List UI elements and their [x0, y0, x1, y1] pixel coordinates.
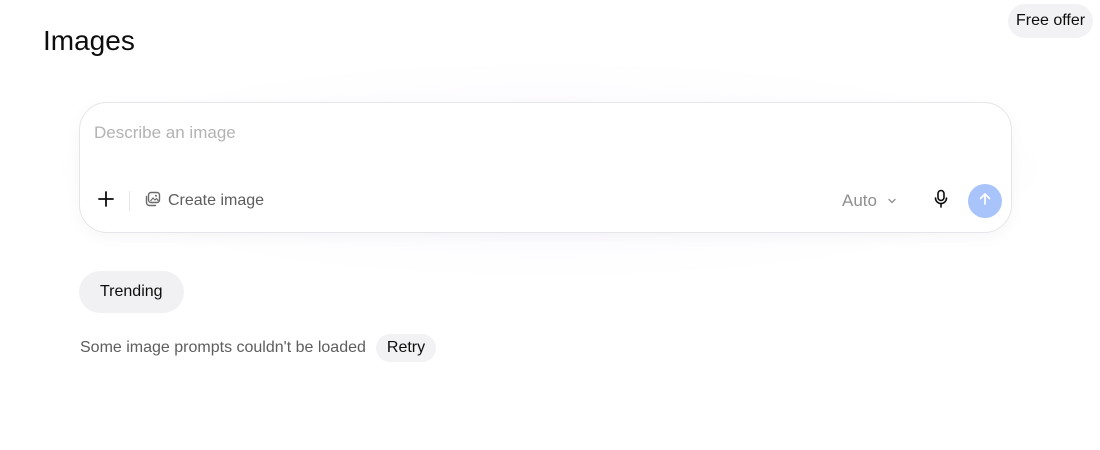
- model-select[interactable]: Auto: [842, 183, 897, 219]
- trending-chip[interactable]: Trending: [79, 271, 184, 313]
- add-attachment-button[interactable]: [92, 184, 120, 218]
- create-image-label: Create image: [168, 192, 265, 209]
- arrow-up-icon: [977, 191, 993, 212]
- chevron-down-icon: [887, 191, 897, 211]
- composer-toolbar: Create image Auto: [80, 183, 1011, 219]
- image-stack-icon: [144, 190, 162, 213]
- model-select-value: Auto: [842, 191, 877, 210]
- voice-input-button[interactable]: [926, 184, 956, 218]
- page-title: Images: [43, 25, 135, 56]
- images-page: Free offer Images Describe an image Crea…: [0, 0, 1100, 450]
- free-offer-button[interactable]: Free offer: [1008, 4, 1094, 38]
- create-image-button[interactable]: Create image: [144, 183, 264, 219]
- plus-icon: [97, 190, 115, 213]
- error-message: Some image prompts couldn't be loaded: [80, 339, 366, 356]
- send-button[interactable]: [968, 184, 1002, 218]
- retry-button[interactable]: Retry: [375, 334, 437, 362]
- image-prompt-composer: Create image Auto: [79, 102, 1012, 233]
- prompts-error-row: Some image prompts couldn't be loaded Re…: [80, 334, 437, 362]
- microphone-icon: [932, 189, 950, 214]
- prompt-input[interactable]: [94, 121, 974, 145]
- toolbar-divider: [129, 191, 130, 211]
